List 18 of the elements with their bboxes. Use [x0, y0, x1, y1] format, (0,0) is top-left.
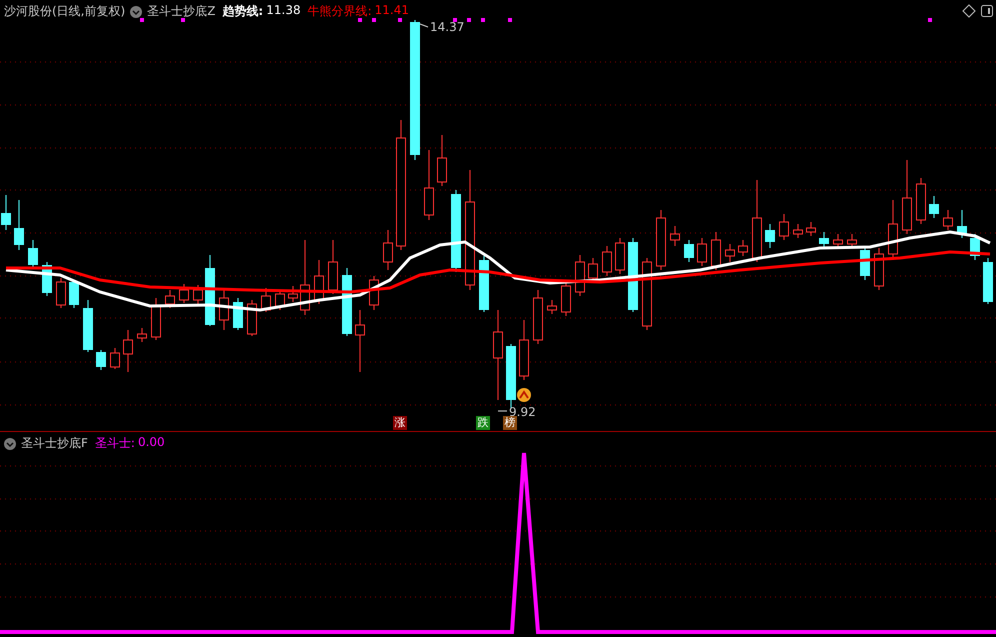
line-label: 趋势线:	[222, 3, 264, 20]
indicator-name: 圣斗士抄底Z	[147, 3, 216, 20]
chevron-badge-icon	[517, 388, 531, 402]
signal-tag: 涨	[393, 416, 407, 430]
signal-tag: 榜	[503, 416, 517, 430]
line-value: 11.38	[266, 3, 301, 19]
dropdown-icon[interactable]	[4, 438, 16, 450]
line-value: 11.41	[374, 3, 409, 19]
high-price-label: 14.37	[430, 20, 464, 34]
line-label: 牛熊分界线:	[308, 3, 372, 20]
stock-title: 沙河股份(日线,前复权)	[4, 3, 126, 20]
indicator-name: 圣斗士抄底F	[21, 435, 88, 452]
line-label: 圣斗士:	[94, 435, 135, 452]
signal-tag: 跌	[476, 416, 490, 430]
diamond-icon[interactable]	[962, 4, 976, 18]
panel-toggle-icon[interactable]	[981, 5, 993, 17]
dropdown-icon[interactable]	[130, 6, 142, 18]
line-value: 0.00	[138, 435, 165, 451]
